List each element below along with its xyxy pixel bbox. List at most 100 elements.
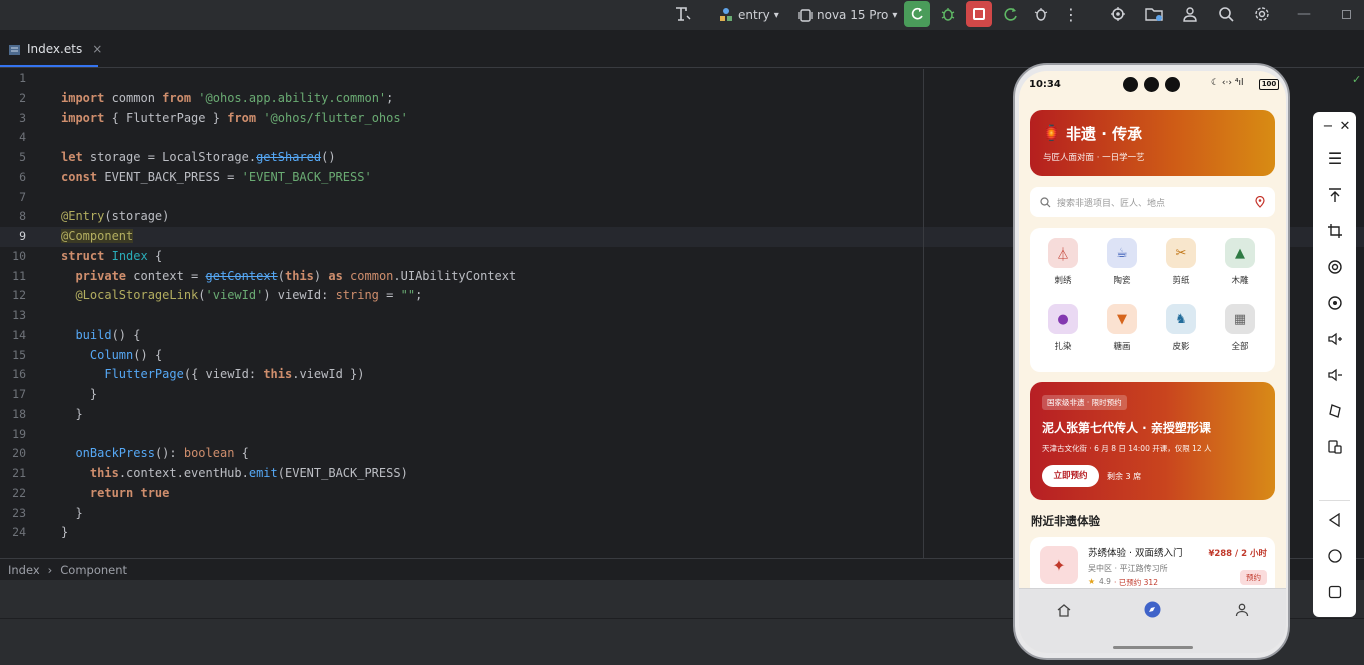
category-grid: ⏃ 刺绣 ☕ 陶瓷 ✂ 剪纸 ▲ 木雕 ● 扎染 ▼ 糖画 ♞ 皮影 ▦ 全部 [1030,228,1275,372]
close-icon[interactable]: ✕ [1333,114,1357,138]
phone-screen[interactable]: 10:34 ☾ ‹·› ⁴ıl 100 🏮 非遗 · 传承 与匠人面对面 · 一… [1019,71,1286,653]
line-number[interactable]: 11 [0,267,40,287]
category-label: 刺绣 [1054,276,1072,286]
category-item[interactable]: ▦ 全部 [1212,304,1268,352]
line-number[interactable]: 2 [0,89,40,109]
card-title: 苏绣体验 · 双面绣入门 [1088,548,1183,559]
apply-changes-button[interactable] [997,1,1023,27]
breadcrumb-item-index[interactable]: Index [8,563,40,577]
puppet-icon: ♞ [1166,304,1196,334]
more-options-icon[interactable]: ⋮ [1058,1,1084,27]
status-time: 10:34 [1029,79,1061,90]
line-number[interactable]: 15 [0,346,40,366]
multi-device-icon[interactable] [1323,435,1347,459]
line-number[interactable]: 13 [0,306,40,326]
line-number[interactable]: 5 [0,148,40,168]
category-item[interactable]: ☕ 陶瓷 [1094,238,1150,286]
volume-down-icon[interactable] [1323,363,1347,387]
run-button[interactable] [904,1,930,27]
settings-gear-icon[interactable] [1249,1,1275,27]
code-line: } [61,505,83,520]
chevron-down-icon: ▾ [892,9,898,21]
line-number[interactable]: 16 [0,365,40,385]
profile-icon[interactable] [1235,603,1249,617]
bug-icon [941,8,955,21]
rotate-icon[interactable] [1323,255,1347,279]
category-item[interactable]: ▼ 糖画 [1094,304,1150,352]
line-number[interactable]: 9 [0,227,40,247]
line-number[interactable]: 17 [0,385,40,405]
location-pin-icon[interactable] [1255,196,1265,208]
line-number[interactable]: 18 [0,405,40,425]
line-number[interactable]: 7 [0,188,40,208]
tab-filename: Index.ets [27,42,83,56]
code-line: import { FlutterPage } from '@ohos/flutt… [61,110,408,125]
attach-debugger-button[interactable] [1028,1,1054,27]
account-icon[interactable] [1177,1,1203,27]
rerun-icon [911,7,923,20]
camera-cutout [1144,77,1159,92]
recents-square-icon[interactable] [1323,580,1347,604]
book-now-button[interactable]: 立即预约 [1042,465,1099,487]
line-number[interactable]: 6 [0,168,40,188]
tab-index-ets[interactable]: Index.ets × [8,38,102,60]
project-folder-icon[interactable] [1141,1,1167,27]
category-item[interactable]: ▲ 木雕 [1212,238,1268,286]
home-indicator [1113,646,1193,649]
menu-icon[interactable]: ☰ [1323,146,1347,170]
line-number[interactable]: 10 [0,247,40,267]
pin-top-icon[interactable] [1323,183,1347,207]
code-line: struct Index { [61,248,163,263]
volume-up-icon[interactable] [1323,327,1347,351]
back-triangle-icon[interactable] [1323,508,1347,532]
line-number[interactable]: 20 [0,444,40,464]
category-item[interactable]: ● 扎染 [1035,304,1091,352]
line-number[interactable]: 3 [0,109,40,129]
category-label: 陶瓷 [1113,276,1131,286]
text-format-icon[interactable] [669,1,695,27]
home-icon[interactable] [1057,603,1071,617]
line-number[interactable]: 22 [0,484,40,504]
line-number[interactable]: 4 [0,128,40,148]
search-icon[interactable] [1213,1,1239,27]
line-number[interactable]: 14 [0,326,40,346]
line-number[interactable]: 1 [0,69,40,89]
category-item[interactable]: ⏃ 刺绣 [1035,238,1091,286]
target-icon[interactable] [1105,1,1131,27]
inspection-ok-icon[interactable]: ✓ [1352,73,1361,86]
minimize-window-icon[interactable]: — [1291,1,1317,27]
crop-icon[interactable] [1323,219,1347,243]
module-selector[interactable]: entry ▾ [718,4,779,26]
screenshot-icon[interactable] [1323,399,1347,423]
line-number[interactable]: 12 [0,286,40,306]
compass-icon[interactable] [1144,601,1161,618]
line-number[interactable]: 21 [0,464,40,484]
breadcrumb-item-component[interactable]: Component [60,563,127,577]
rotate-landscape-icon[interactable] [1323,291,1347,315]
category-label: 剪纸 [1172,276,1190,286]
search-placeholder: 搜索非遗项目、匠人、地点 [1057,198,1166,209]
category-item[interactable]: ✂ 剪纸 [1153,238,1209,286]
code-line: return true [89,485,170,500]
search-input[interactable]: 搜索非遗项目、匠人、地点 [1030,187,1275,217]
maximize-window-icon[interactable] [1333,1,1359,27]
reserve-button[interactable]: 预约 [1240,570,1267,585]
signal-icons: ☾ ‹·› ⁴ıl [1211,78,1244,88]
stop-button[interactable] [966,1,992,27]
category-item[interactable]: ♞ 皮影 [1153,304,1209,352]
icecream-icon: ▼ [1107,304,1137,334]
section-title: 附近非遗体验 [1031,514,1100,528]
device-selector[interactable]: nova 15 Pro ▾ [798,4,897,26]
line-number[interactable]: 8 [0,207,40,227]
close-icon[interactable]: × [92,42,102,56]
line-number[interactable]: 23 [0,504,40,524]
palette-icon: ● [1048,304,1078,334]
line-number[interactable]: 19 [0,425,40,445]
code-content[interactable]: import common from '@ohos.app.ability.co… [61,69,516,543]
line-number[interactable]: 24 [0,523,40,543]
camera-cutout [1123,77,1138,92]
code-line: @LocalStorageLink('viewId') viewId: stri… [75,288,423,303]
home-circle-icon[interactable] [1323,544,1347,568]
debug-button[interactable] [935,1,961,27]
